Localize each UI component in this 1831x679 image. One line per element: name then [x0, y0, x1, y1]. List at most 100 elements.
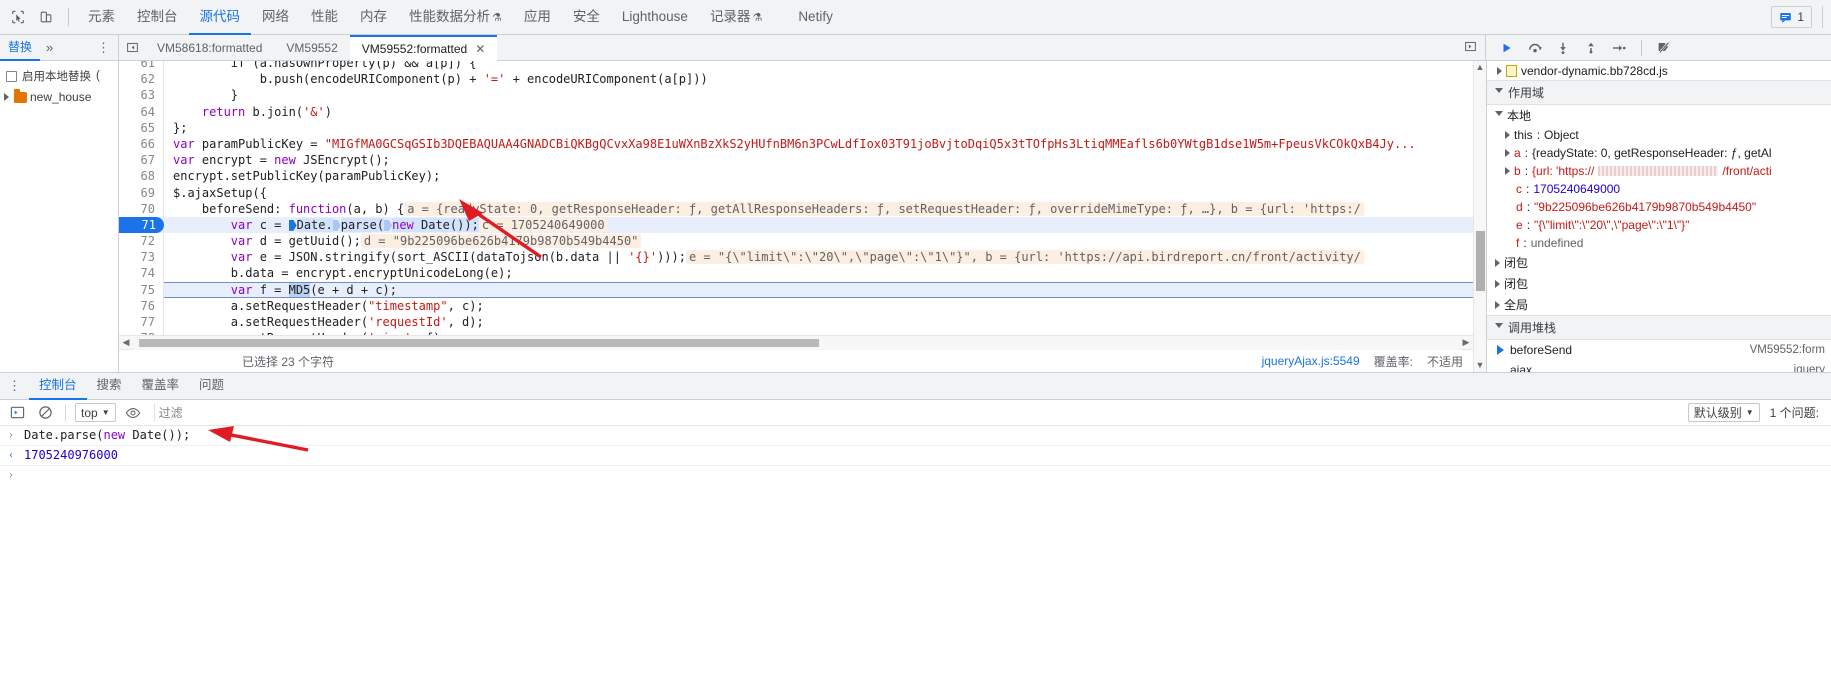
console-settings-eye-icon[interactable]	[122, 402, 144, 424]
source-tab-vm59552-formatted[interactable]: VM59552:formatted ✕	[349, 34, 498, 61]
deactivate-breakpoints-button[interactable]	[1651, 36, 1677, 60]
scope-variable-this[interactable]: this: Object	[1487, 126, 1831, 144]
console-filter-input[interactable]: 过滤	[153, 403, 1682, 422]
navigator-kebab-menu-icon[interactable]: ⋮	[89, 40, 118, 56]
tab-memory[interactable]: 内存	[349, 0, 398, 35]
scope-variable-b[interactable]: b: {url: 'https:// /front/acti	[1487, 162, 1831, 180]
drawer-tab-coverage[interactable]: 覆盖率	[132, 373, 190, 400]
message-count-button[interactable]: 1	[1771, 6, 1812, 28]
step-marker-icon[interactable]	[332, 219, 341, 231]
source-tab-vm59552[interactable]: VM59552	[274, 35, 349, 61]
tab-overrides[interactable]: 替换	[0, 35, 41, 61]
chevron-right-icon[interactable]	[1495, 258, 1500, 267]
step-out-of-current-function-button[interactable]	[1578, 36, 1604, 60]
scope-variable-d[interactable]: d: "9b225096be626b4179b9870b549b4450"	[1487, 198, 1831, 216]
tab-console[interactable]: 控制台	[126, 0, 189, 35]
console-level-selector[interactable]: 默认级别 ▼	[1687, 403, 1760, 422]
chevron-down-icon[interactable]	[1495, 323, 1503, 332]
tab-label: 网络	[262, 8, 289, 24]
scope-variable-c[interactable]: c: 1705240649000	[1487, 180, 1831, 198]
frame-name: beforeSend	[1510, 343, 1573, 357]
callstack-frame-beforesend[interactable]: beforeSend VM59552:form	[1487, 340, 1831, 360]
drawer-tab-label: 控制台	[39, 377, 77, 392]
chevron-right-icon[interactable]	[1505, 167, 1510, 175]
console-context-selector[interactable]: top ▼	[75, 403, 116, 422]
inspect-cursor-icon[interactable]	[4, 3, 32, 31]
step-marker-icon[interactable]	[384, 219, 393, 231]
drawer-tab-issues[interactable]: 问题	[189, 373, 234, 400]
tab-sources[interactable]: 源代码	[188, 0, 251, 35]
drawer-tab-console[interactable]: 控制台	[29, 373, 87, 400]
tab-application[interactable]: 应用	[513, 0, 562, 35]
scroll-up-icon[interactable]: ▲	[1476, 63, 1485, 72]
scroll-down-icon[interactable]: ▼	[1476, 361, 1485, 370]
step-into-next-function-call-button[interactable]	[1550, 36, 1576, 60]
console-result-value: 1705240976000	[24, 448, 118, 462]
console-prompt-row[interactable]: ›	[0, 466, 1831, 485]
enable-local-overrides-checkbox[interactable]	[6, 70, 17, 82]
console-issues-count[interactable]: 1 个问题:	[1770, 404, 1819, 421]
source-mapping-link[interactable]: jqueryAjax.js:5549	[1262, 354, 1360, 368]
variable-value: "9b225096be626b4179b9870b549b4450"	[1534, 200, 1757, 214]
chevron-right-icon[interactable]	[1495, 279, 1500, 288]
chevron-down-icon[interactable]	[1495, 88, 1503, 97]
collapse-panel-icon[interactable]	[119, 35, 145, 61]
source-tab-vm58618-formatted[interactable]: VM58618:formatted	[145, 35, 274, 61]
tab-netify[interactable]: Netify	[787, 0, 844, 35]
scroll-right-icon[interactable]: ▶	[1459, 337, 1473, 348]
console-execute-icon[interactable]	[6, 402, 28, 424]
editor-vertical-scrollbar[interactable]: ▲ ▼	[1473, 61, 1486, 372]
chevron-right-icon[interactable]	[1505, 149, 1510, 157]
scrollbar-track[interactable]	[133, 335, 1459, 350]
source-tab-label: VM59552	[286, 40, 338, 55]
resume-script-execution-button[interactable]	[1494, 36, 1520, 60]
tab-performance-insights[interactable]: 性能数据分析 ⚗	[398, 0, 513, 35]
step-over-next-function-call-button[interactable]	[1522, 36, 1548, 60]
paused-file-row[interactable]: vendor-dynamic.bb728cd.js	[1487, 61, 1831, 80]
scope-local-group[interactable]: 本地	[1487, 105, 1831, 126]
chevron-right-icon[interactable]	[4, 93, 9, 101]
code-viewport[interactable]: 61 if (a.hasOwnProperty(p) && a[p]) { 62…	[119, 61, 1473, 335]
variable-value: undefined	[1530, 236, 1584, 250]
chevron-right-icon[interactable]	[1505, 131, 1510, 139]
scrollbar-thumb[interactable]	[1476, 231, 1485, 291]
callstack-frame-ajax[interactable]: ajax jquery	[1487, 360, 1831, 372]
console-messages[interactable]: › Date.parse(new Date()); ‹ 170524097600…	[0, 426, 1831, 640]
chevron-right-icon[interactable]	[1497, 67, 1502, 75]
step-marker-icon[interactable]	[288, 219, 297, 231]
tab-network[interactable]: 网络	[251, 0, 300, 35]
scroll-left-icon[interactable]: ◀	[119, 337, 133, 348]
scope-variable-a[interactable]: a: {readyState: 0, getResponseHeader: ƒ,…	[1487, 144, 1831, 162]
scope-closure-1[interactable]: 闭包	[1487, 252, 1831, 273]
scope-global[interactable]: 全局	[1487, 294, 1831, 315]
tab-performance[interactable]: 性能	[300, 0, 349, 35]
tab-lighthouse[interactable]: Lighthouse	[611, 0, 699, 35]
close-icon[interactable]: ✕	[475, 38, 485, 60]
tab-security[interactable]: 安全	[562, 0, 611, 35]
more-source-tabs-icon[interactable]	[1456, 40, 1485, 56]
code-token: $.ajaxSetup({	[173, 185, 267, 200]
scope-section-header[interactable]: 作用域	[1487, 80, 1831, 105]
device-toggle-icon[interactable]	[32, 3, 60, 31]
step-button[interactable]	[1606, 36, 1632, 60]
chevron-right-icon[interactable]	[1495, 300, 1500, 309]
drawer-kebab-menu-icon[interactable]: ⋮	[0, 378, 29, 394]
scope-closure-2[interactable]: 闭包	[1487, 273, 1831, 294]
code-token: new	[392, 217, 414, 232]
scope-variable-f[interactable]: f: undefined	[1487, 234, 1831, 252]
tab-elements[interactable]: 元素	[77, 0, 126, 35]
override-folder-row[interactable]: new_house	[0, 87, 118, 107]
drawer-tab-search[interactable]: 搜索	[87, 373, 132, 400]
more-navigator-tabs-icon[interactable]: »	[40, 40, 59, 55]
enable-local-overrides-row[interactable]: 启用本地替换 (	[0, 65, 118, 87]
scope-variable-e[interactable]: e: "{\"limit\":\"20\",\"page\":\"1\"}"	[1487, 216, 1831, 234]
line-number-current[interactable]: 71	[119, 216, 164, 234]
clear-console-icon[interactable]	[34, 402, 56, 424]
chevron-down-icon[interactable]	[1495, 111, 1503, 120]
scrollbar-thumb[interactable]	[139, 338, 819, 347]
code-token: var	[230, 282, 253, 297]
editor-horizontal-scrollbar[interactable]: ◀ ▶	[119, 335, 1473, 350]
callstack-section-header[interactable]: 调用堆栈	[1487, 315, 1831, 340]
tab-recorder[interactable]: 记录器 ⚗	[699, 0, 773, 35]
